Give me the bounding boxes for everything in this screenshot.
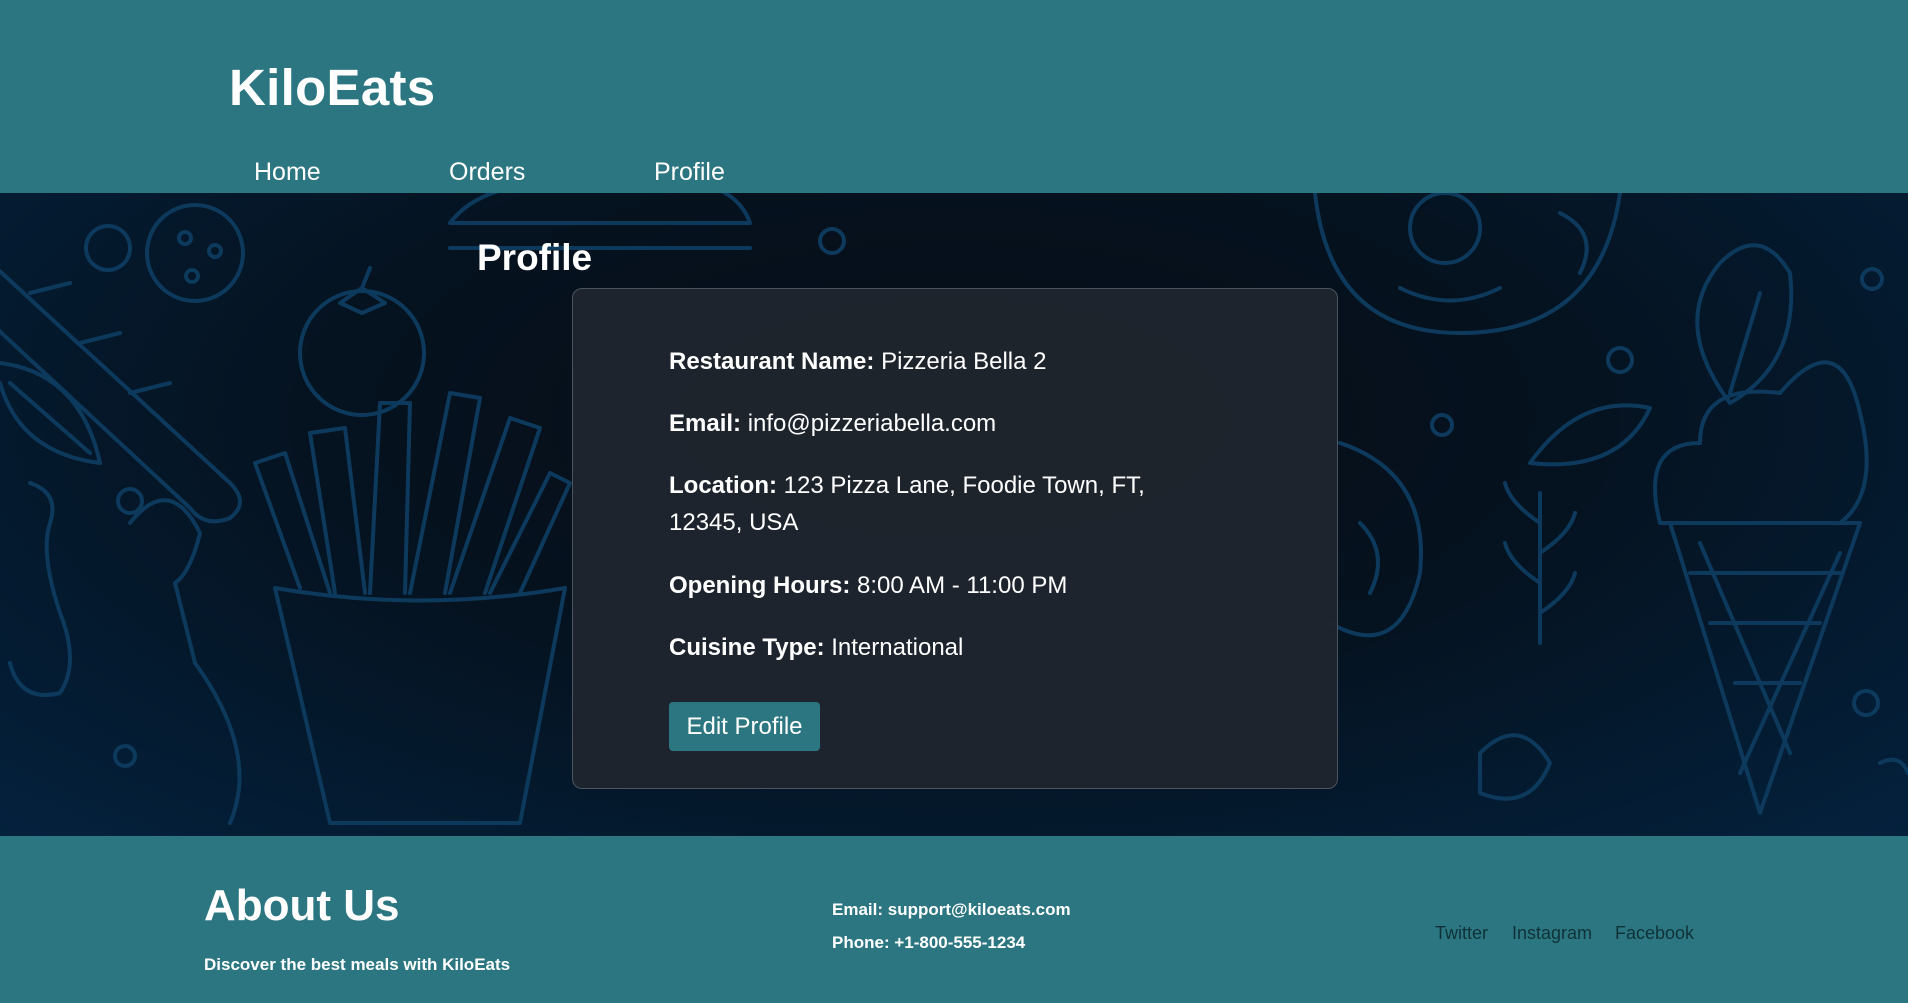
contact-phone: Phone: +1-800-555-1234 <box>832 933 1026 952</box>
site-header: KiloEats Home Orders Profile <box>0 0 1908 193</box>
edit-profile-button[interactable]: Edit Profile <box>669 702 820 751</box>
facebook-link[interactable]: Facebook <box>1615 923 1694 944</box>
field-restaurant-name: Restaurant Name: Pizzeria Bella 2 <box>669 343 1229 380</box>
instagram-link[interactable]: Instagram <box>1512 923 1592 944</box>
nav-profile[interactable]: Profile <box>654 158 725 187</box>
field-label: Location: <box>669 472 777 499</box>
site-footer: About Us Discover the best meals with Ki… <box>0 836 1908 1003</box>
page-title: Profile <box>477 237 593 278</box>
about-text: Discover the best meals with KiloEats <box>204 955 511 974</box>
field-cuisine-type: Cuisine Type: International <box>669 629 1229 666</box>
profile-card: Restaurant Name: Pizzeria Bella 2 Email:… <box>572 288 1338 789</box>
field-location: Location: 123 Pizza Lane, Foodie Town, F… <box>669 467 1199 541</box>
field-value: 8:00 AM - 11:00 PM <box>857 572 1068 599</box>
field-label: Restaurant Name: <box>669 348 875 375</box>
twitter-link[interactable]: Twitter <box>1435 923 1488 944</box>
field-value: International <box>831 634 964 661</box>
field-email: Email: info@pizzeriabella.com <box>669 405 1229 442</box>
field-opening-hours: Opening Hours: 8:00 AM - 11:00 PM <box>669 567 1229 604</box>
contact-email: Email: support@kiloeats.com <box>832 900 1071 919</box>
nav-orders[interactable]: Orders <box>449 158 525 187</box>
nav-home[interactable]: Home <box>254 158 321 187</box>
main-content: Profile Restaurant Name: Pizzeria Bella … <box>0 193 1908 836</box>
brand-logo[interactable]: KiloEats <box>229 58 435 117</box>
field-label: Opening Hours: <box>669 572 851 599</box>
field-value: Pizzeria Bella 2 <box>881 348 1047 375</box>
field-value: info@pizzeriabella.com <box>747 410 997 437</box>
field-label: Email: <box>669 410 742 437</box>
field-label: Cuisine Type: <box>669 634 825 661</box>
about-title: About Us <box>204 881 400 930</box>
